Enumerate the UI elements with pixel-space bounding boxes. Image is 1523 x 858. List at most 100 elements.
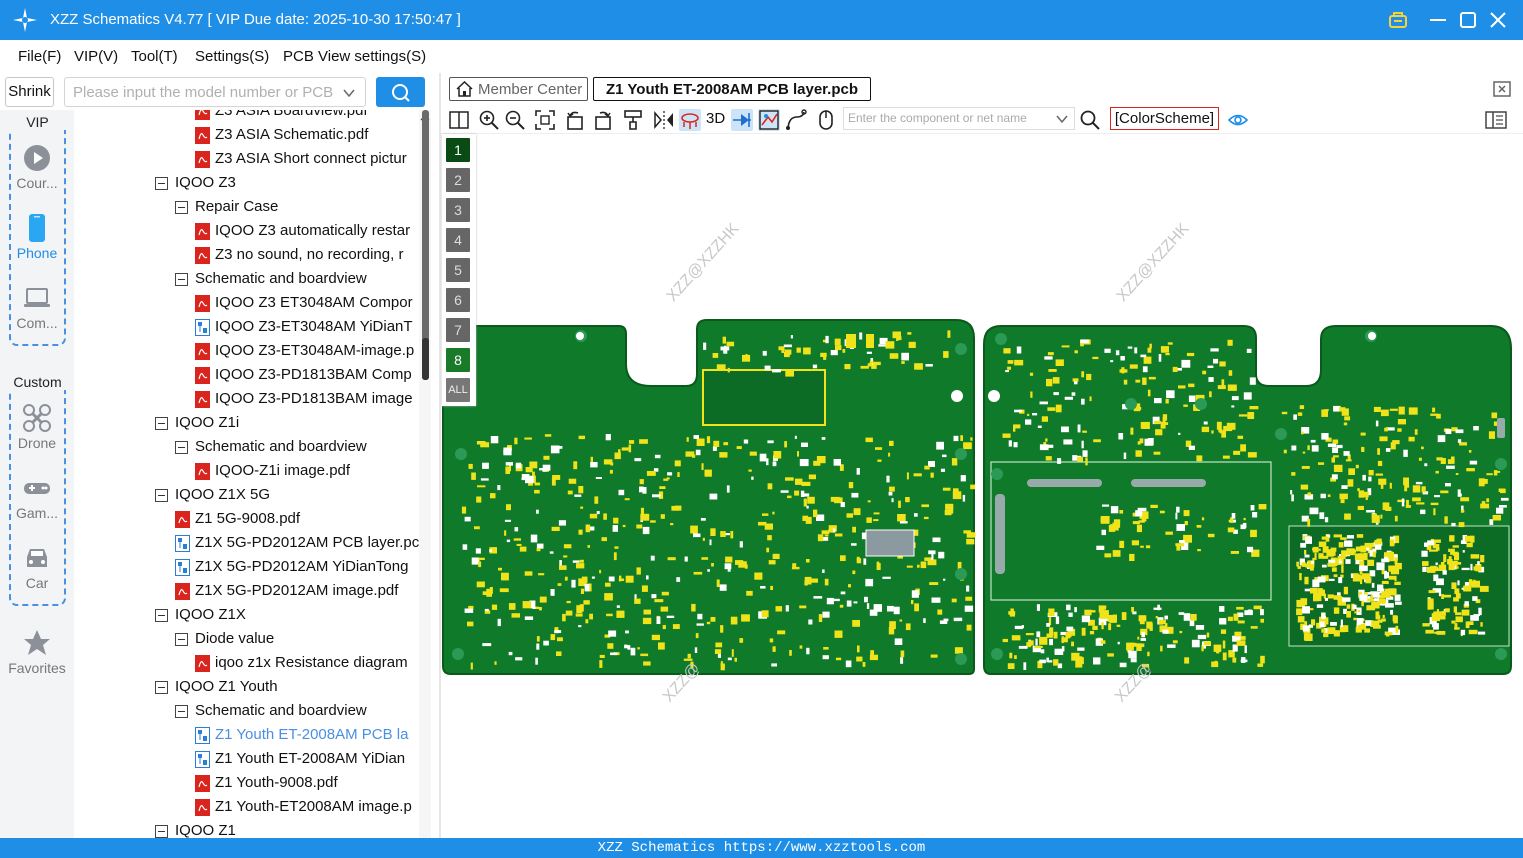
tab-pcb-file[interactable]: Z1 Youth ET-2008AM PCB layer.pcb xyxy=(593,77,871,101)
tab-member-center[interactable]: Member Center xyxy=(449,77,588,101)
split-view-icon[interactable] xyxy=(448,109,470,131)
rail-item-phone[interactable]: Phone xyxy=(0,213,74,261)
tree-file[interactable]: Z1 Youth ET-2008AM PCB la xyxy=(195,724,419,748)
layer-1-button[interactable]: 1 xyxy=(446,138,470,162)
tree-folder[interactable]: Diode value xyxy=(175,628,419,652)
tree-folder[interactable]: Schematic and boardview xyxy=(175,268,419,292)
brush-icon[interactable] xyxy=(622,109,644,131)
menu-file[interactable]: File(F) xyxy=(18,48,61,65)
tree-scrollbar[interactable] xyxy=(419,110,431,838)
vip-bag-icon[interactable] xyxy=(1386,8,1410,32)
tree-file[interactable]: Z3 no sound, no recording, r xyxy=(195,244,419,268)
collapse-toggle-icon[interactable] xyxy=(155,825,168,838)
tree-file[interactable]: iqoo z1x Resistance diagram xyxy=(195,652,419,676)
tree-folder[interactable]: Schematic and boardview xyxy=(175,700,419,724)
collapse-toggle-icon[interactable] xyxy=(155,417,168,430)
menu-vip[interactable]: VIP(V) xyxy=(74,48,118,65)
tree-file[interactable]: Z3 ASIA Short connect pictur xyxy=(195,148,419,172)
rotate-right-icon[interactable] xyxy=(592,109,614,131)
close-icon[interactable] xyxy=(1486,8,1510,32)
pcb-canvas[interactable]: XZZ@XZZHK XZZ@XZZHK XZZ@ XZZ@ xyxy=(441,134,1523,838)
zoom-in-icon[interactable] xyxy=(478,109,500,131)
chevron-down-icon[interactable] xyxy=(1056,113,1068,125)
menu-settings[interactable]: Settings(S) xyxy=(195,48,269,65)
layer-5-button[interactable]: 5 xyxy=(446,258,470,282)
tree-folder[interactable]: IQOO Z1X 5G xyxy=(155,484,419,508)
collapse-toggle-icon[interactable] xyxy=(175,273,188,286)
tree-file[interactable]: IQOO Z3-PD1813BAM image xyxy=(195,388,419,412)
layer-3-button[interactable]: 3 xyxy=(446,198,470,222)
layer-4-button[interactable]: 4 xyxy=(446,228,470,252)
rail-item-favorites[interactable]: Favorites xyxy=(0,628,74,676)
close-tabs-icon[interactable] xyxy=(1492,80,1512,98)
tree-file[interactable]: IQOO Z3 automatically restar xyxy=(195,220,419,244)
fit-view-icon[interactable] xyxy=(534,109,556,131)
tree-file[interactable]: Z1 Youth-ET2008AM image.p xyxy=(195,796,419,820)
search-icon[interactable] xyxy=(1079,109,1101,131)
flip-board-icon[interactable] xyxy=(679,109,701,131)
tree-file[interactable]: Z1X 5G-PD2012AM PCB layer.pc xyxy=(175,532,419,556)
tree-file[interactable]: IQOO Z3-PD1813BAM Comp xyxy=(195,364,419,388)
tree-folder[interactable]: IQOO Z1 xyxy=(155,820,419,838)
collapse-toggle-icon[interactable] xyxy=(175,441,188,454)
tree-file[interactable]: Z1 Youth-9008.pdf xyxy=(195,772,419,796)
trace-icon[interactable] xyxy=(785,109,807,131)
tree-file[interactable]: Z1 5G-9008.pdf xyxy=(175,508,419,532)
collapse-toggle-icon[interactable] xyxy=(155,609,168,622)
collapse-toggle-icon[interactable] xyxy=(155,681,168,694)
rail-item-computer[interactable]: Com... xyxy=(0,283,74,331)
tree-file[interactable]: IQOO Z3 ET3048AM Compor xyxy=(195,292,419,316)
side-panel-icon[interactable] xyxy=(1485,109,1507,131)
menu-pcb-view-settings[interactable]: PCB View settings(S) xyxy=(283,48,426,65)
model-search-input[interactable] xyxy=(73,84,333,101)
layer-8-button[interactable]: 8 xyxy=(446,348,470,372)
eye-icon[interactable] xyxy=(1227,109,1249,131)
net-search-input[interactable] xyxy=(848,111,1048,125)
zoom-out-icon[interactable] xyxy=(504,109,526,131)
model-search-box[interactable] xyxy=(64,77,366,107)
tree-file[interactable]: Z1 Youth ET-2008AM YiDian xyxy=(195,748,419,772)
collapse-toggle-icon[interactable] xyxy=(155,177,168,190)
shrink-button[interactable]: Shrink xyxy=(5,77,54,107)
tree-file[interactable]: IQOO Z3-ET3048AM YiDianT xyxy=(195,316,419,340)
mirror-icon[interactable] xyxy=(653,109,675,131)
rail-item-car[interactable]: Car xyxy=(0,543,74,591)
layer-7-button[interactable]: 7 xyxy=(446,318,470,342)
color-scheme-button[interactable]: [ColorScheme] xyxy=(1110,107,1219,130)
collapse-toggle-icon[interactable] xyxy=(175,633,188,646)
tree-file[interactable]: IQOO-Z1i image.pdf xyxy=(195,460,419,484)
mouse-icon[interactable] xyxy=(815,109,837,131)
scroll-thumb-handle[interactable] xyxy=(422,338,429,380)
pcb-board-render[interactable] xyxy=(441,134,1523,838)
pin-mode-icon[interactable] xyxy=(731,109,753,131)
three-d-button[interactable]: 3D xyxy=(706,110,725,127)
tree-folder[interactable]: IQOO Z1 Youth xyxy=(155,676,419,700)
chevron-down-icon[interactable] xyxy=(343,87,355,99)
tree-file[interactable]: IQOO Z3-ET3048AM-image.p xyxy=(195,340,419,364)
rotate-left-icon[interactable] xyxy=(564,109,586,131)
collapse-toggle-icon[interactable] xyxy=(175,705,188,718)
search-button[interactable] xyxy=(376,77,425,107)
tree-file[interactable]: Z1X 5G-PD2012AM YiDianTong xyxy=(175,556,419,580)
rail-item-game[interactable]: Gam... xyxy=(0,473,74,521)
rail-item-courses[interactable]: Cour... xyxy=(0,143,74,191)
maximize-icon[interactable] xyxy=(1456,8,1480,32)
minimize-icon[interactable] xyxy=(1426,8,1450,32)
tree-folder[interactable]: Repair Case xyxy=(175,196,419,220)
collapse-toggle-icon[interactable] xyxy=(175,201,188,214)
tree-folder[interactable]: Schematic and boardview xyxy=(175,436,419,460)
rail-item-drone[interactable]: Drone xyxy=(0,403,74,451)
tree-file[interactable]: Z3 ASIA Schematic.pdf xyxy=(195,124,419,148)
tree-file[interactable]: Z1X 5G-PD2012AM image.pdf xyxy=(175,580,419,604)
layer-2-button[interactable]: 2 xyxy=(446,168,470,192)
layer-all-button[interactable]: ALL xyxy=(446,378,470,402)
tree-folder[interactable]: IQOO Z3 xyxy=(155,172,419,196)
net-highlight-icon[interactable] xyxy=(758,109,780,131)
tree-folder[interactable]: IQOO Z1X xyxy=(155,604,419,628)
tree-file[interactable]: Z3 ASIA Boardview.pdf xyxy=(195,110,419,124)
tree-folder[interactable]: IQOO Z1i xyxy=(155,412,419,436)
collapse-toggle-icon[interactable] xyxy=(155,489,168,502)
layer-6-button[interactable]: 6 xyxy=(446,288,470,312)
net-search-box[interactable] xyxy=(843,107,1075,130)
menu-tool[interactable]: Tool(T) xyxy=(131,48,178,65)
